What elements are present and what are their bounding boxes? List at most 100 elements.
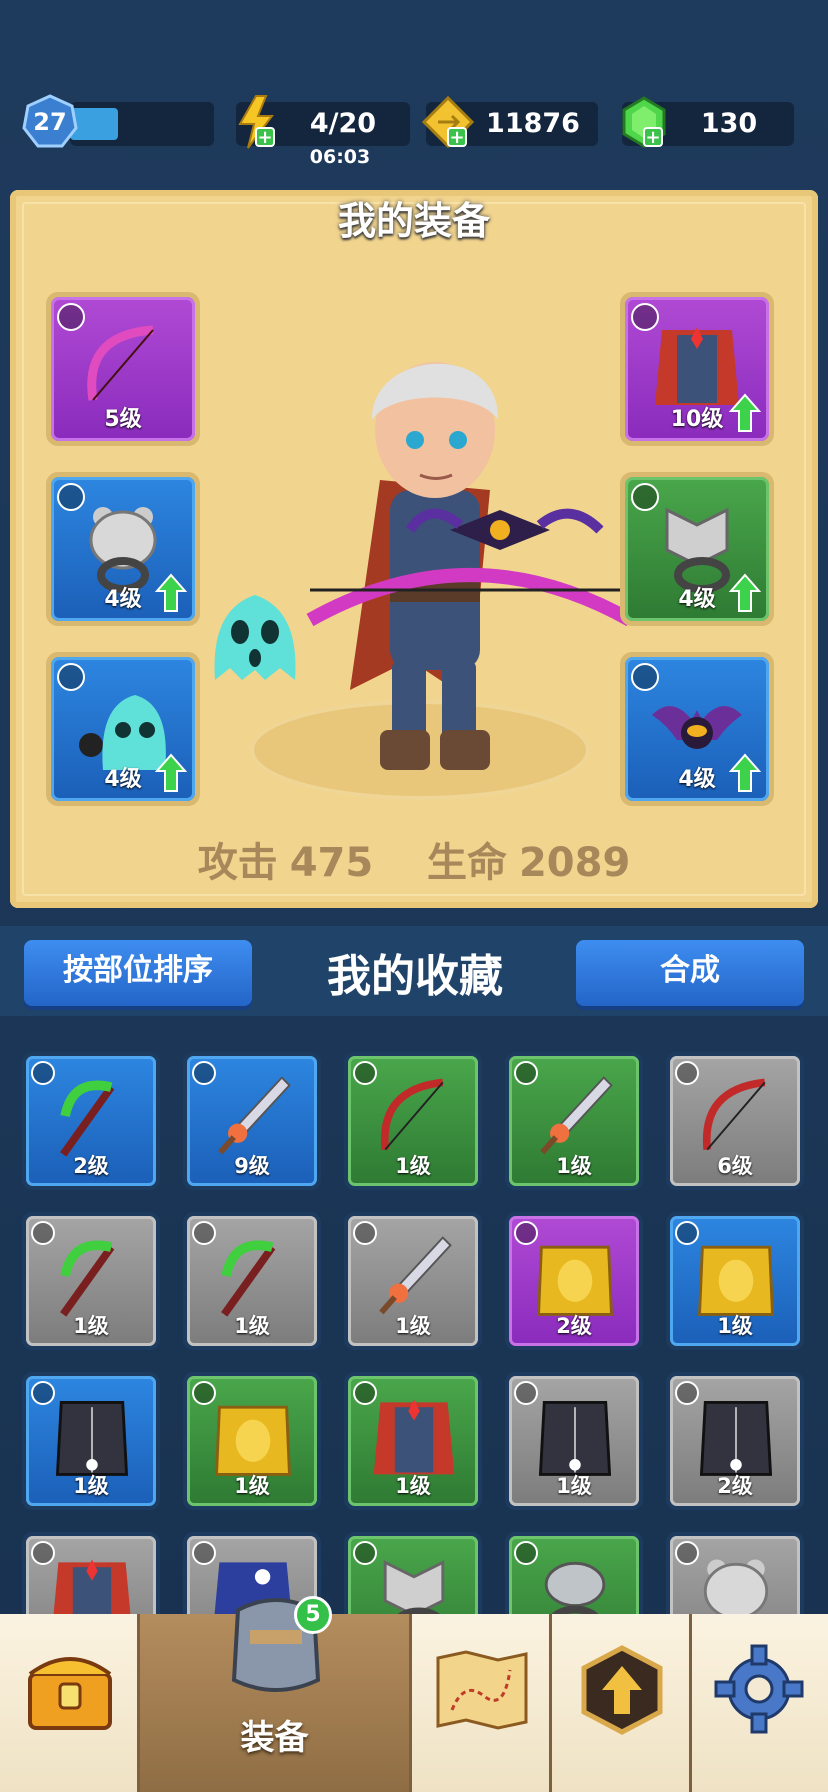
collection-item[interactable]: 1级	[22, 1212, 160, 1350]
armor-slot[interactable]: 10级	[620, 292, 774, 446]
xp-bar	[70, 102, 214, 146]
upgrade-arrow-icon	[155, 753, 187, 792]
item-level: 1级	[395, 1314, 431, 1338]
item-level: 2级	[556, 1314, 592, 1338]
collection-header: 按部位排序 我的收藏 合成	[0, 926, 828, 1016]
collection-item[interactable]: 1级	[22, 1372, 160, 1510]
item-level: 1级	[395, 1474, 431, 1498]
merge-button[interactable]: 合成	[576, 940, 804, 1006]
bottom-nav: 5 装备	[0, 1596, 828, 1792]
ring-slot[interactable]: 4级	[46, 472, 200, 626]
top-resource-bar: 27 4/20 + 06:03 11876 + 130 +	[0, 92, 828, 168]
item-level: 2级	[73, 1154, 109, 1178]
upgrade-arrow-icon	[729, 393, 761, 432]
collection-item-face: 1级	[348, 1056, 478, 1186]
item-level: 1级	[234, 1474, 270, 1498]
bow-icon	[87, 325, 154, 401]
ring-slot-2[interactable]: 4级	[620, 472, 774, 626]
attack-value: 475	[289, 840, 374, 886]
player-level-badge[interactable]: 27	[22, 94, 78, 150]
collection-item[interactable]: 2级	[505, 1212, 643, 1350]
pet-slot-face: 4级	[625, 657, 769, 801]
ring-slot-2-face: 4级	[625, 477, 769, 621]
collection-title: 我的收藏	[327, 951, 503, 1002]
item-level: 6级	[717, 1154, 753, 1178]
nav-map[interactable]	[412, 1614, 552, 1792]
collection-item-face: 1级	[509, 1056, 639, 1186]
attack-label: 攻击	[197, 840, 278, 886]
nav-equipment-label: 装备	[240, 1718, 309, 1758]
settings-gear-icon	[714, 1644, 804, 1734]
collection-item[interactable]: 1级	[344, 1372, 482, 1510]
item-level: 1级	[556, 1474, 592, 1498]
hp-value: 2089	[518, 840, 631, 886]
pet-slot-right[interactable]: 4级	[620, 652, 774, 806]
sort-by-slot-button[interactable]: 按部位排序	[24, 940, 252, 1006]
ghost-pet	[214, 595, 296, 680]
collection-item[interactable]: 1级	[183, 1212, 321, 1350]
energy-bolt-icon[interactable]: +	[226, 92, 286, 152]
collection-item-face: 1级	[348, 1216, 478, 1346]
energy-timer: 06:03	[309, 146, 371, 168]
green-gem-icon[interactable]: +	[614, 92, 674, 152]
pet-slot-left[interactable]: 4级	[46, 652, 200, 806]
collection-item-face: 2级	[670, 1376, 800, 1506]
slot-level: 5级	[104, 407, 142, 432]
item-level: 1级	[395, 1154, 431, 1178]
collection-item[interactable]: 9级	[183, 1052, 321, 1190]
pet-slot-face: 4级	[51, 657, 195, 801]
item-level: 2级	[717, 1474, 753, 1498]
upgrade-arrow-icon	[155, 573, 187, 612]
collection-item-face: 1级	[187, 1376, 317, 1506]
item-level: 9级	[234, 1154, 270, 1178]
collection-item[interactable]: 1级	[344, 1052, 482, 1190]
collection-item-face: 6级	[670, 1056, 800, 1186]
collection-item-face: 1级	[670, 1216, 800, 1346]
item-level: 1级	[234, 1314, 270, 1338]
treasure-chest-icon	[28, 1657, 112, 1730]
collection-item-face: 1级	[26, 1376, 156, 1506]
item-level: 1级	[717, 1314, 753, 1338]
svg-text:+: +	[645, 127, 660, 148]
gold-value: 11876	[486, 108, 580, 139]
upgrade-arrow-icon	[729, 573, 761, 612]
armor-slot-face: 10级	[625, 297, 769, 441]
gold-coin-icon[interactable]: +	[418, 92, 478, 152]
ring-slot-face: 4级	[51, 477, 195, 621]
svg-text:+: +	[449, 127, 464, 148]
collection-item-face: 1级	[26, 1216, 156, 1346]
hero-stats: 攻击 475 生命 2089	[10, 830, 818, 888]
weapon-slot-face: 5级	[51, 297, 195, 441]
upgrade-icon	[581, 1645, 663, 1735]
collection-item-face: 1级	[187, 1216, 317, 1346]
weapon-slot[interactable]: 5级	[46, 292, 200, 446]
collection-item[interactable]: 2级	[22, 1052, 160, 1190]
hp-label: 生命	[426, 840, 507, 886]
nav-chest[interactable]	[0, 1614, 140, 1792]
collection-item-face: 1级	[348, 1376, 478, 1506]
nav-settings[interactable]	[692, 1614, 828, 1792]
collection-item[interactable]: 1级	[666, 1212, 804, 1350]
collection-item[interactable]: 1级	[183, 1372, 321, 1510]
collection-item[interactable]: 1级	[505, 1372, 643, 1510]
energy-value: 4/20	[309, 108, 377, 139]
held-bow-icon	[306, 508, 634, 627]
collection-item[interactable]: 6级	[666, 1052, 804, 1190]
equipment-badge: 5	[294, 1596, 332, 1634]
nav-upgrade[interactable]	[552, 1614, 692, 1792]
map-icon	[436, 1650, 528, 1730]
equipment-panel: 我的装备 5级 4级 4级 10级 4级 4级 攻击 475 生命 2089	[10, 190, 818, 908]
collection-item-face: 2级	[26, 1056, 156, 1186]
upgrade-arrow-icon	[729, 753, 761, 792]
collection-item[interactable]: 1级	[505, 1052, 643, 1190]
collection-item-face: 9级	[187, 1056, 317, 1186]
collection-item-face: 2级	[509, 1216, 639, 1346]
collection-item-face: 1级	[509, 1376, 639, 1506]
collection-item[interactable]: 1级	[344, 1212, 482, 1350]
item-level: 1级	[556, 1154, 592, 1178]
collection-item[interactable]: 2级	[666, 1372, 804, 1510]
nav-equipment[interactable]: 5 装备	[140, 1596, 412, 1792]
player-level: 27	[33, 108, 66, 136]
equipment-title: 我的装备	[337, 199, 490, 243]
gem-value: 130	[700, 108, 758, 139]
